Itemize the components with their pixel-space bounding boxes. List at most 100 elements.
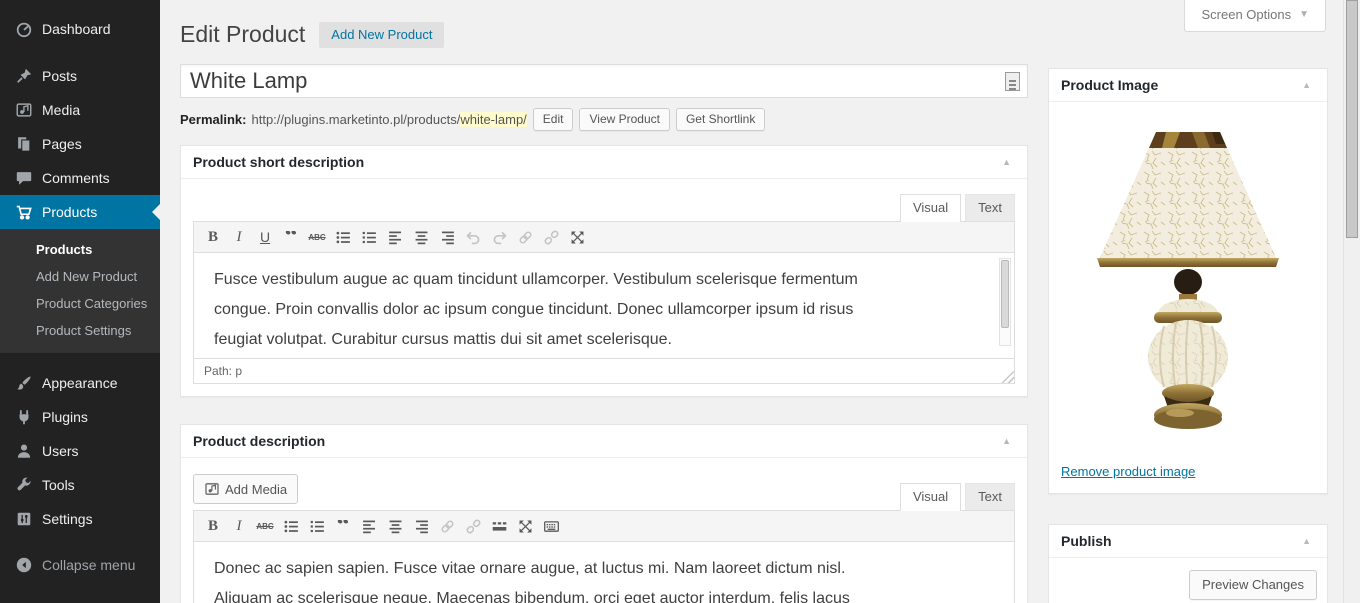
sidebar-item-products[interactable]: Products (0, 195, 160, 229)
link-icon[interactable] (512, 225, 538, 249)
underline-icon[interactable]: U (252, 225, 278, 249)
dashboard-icon (14, 19, 34, 39)
link-icon[interactable] (434, 514, 460, 538)
content-area: Edit Product Add New Product Permalink: … (180, 0, 1028, 603)
sidebar-item-label: Dashboard (42, 21, 111, 37)
submenu-item-product-settings[interactable]: Product Settings (0, 317, 160, 344)
collapse-toggle-icon[interactable]: ▲ (1298, 78, 1315, 92)
short-description-editor[interactable]: Fusce vestibulum augue ac quam tincidunt… (193, 253, 1015, 359)
numbered-list-icon[interactable] (304, 514, 330, 538)
tab-visual[interactable]: Visual (899, 194, 962, 222)
unlink-icon[interactable] (538, 225, 564, 249)
page-scrollbar[interactable] (1343, 0, 1360, 603)
collapse-menu-button[interactable]: Collapse menu (0, 548, 160, 582)
user-icon (14, 441, 34, 461)
submenu-item-product-categories[interactable]: Product Categories (0, 290, 160, 317)
fullscreen-icon[interactable] (512, 514, 538, 538)
scrollbar-thumb[interactable] (1346, 0, 1358, 238)
sidebar-item-tools[interactable]: Tools (0, 468, 160, 502)
sidebar-item-users[interactable]: Users (0, 434, 160, 468)
chevron-down-icon: ▼ (1299, 9, 1309, 20)
sidebar-item-settings[interactable]: Settings (0, 502, 160, 536)
fullscreen-icon[interactable] (564, 225, 590, 249)
product-image-lamp (1097, 132, 1279, 429)
publish-metabox-header[interactable]: Publish ▲ (1049, 525, 1327, 558)
bullet-list-icon[interactable] (330, 225, 356, 249)
strikethrough-icon[interactable]: ABC (304, 225, 330, 249)
resize-grip[interactable] (998, 367, 1014, 383)
sidebar-item-pages[interactable]: Pages (0, 127, 160, 161)
italic-icon[interactable]: I (226, 225, 252, 249)
title-scroll-icon[interactable] (1005, 72, 1020, 91)
sidebar-item-media[interactable]: Media (0, 93, 160, 127)
numbered-list-icon[interactable] (356, 225, 382, 249)
get-shortlink-button[interactable]: Get Shortlink (675, 108, 766, 131)
submenu-item-products[interactable]: Products (0, 236, 160, 263)
sidebar-item-dashboard[interactable]: Dashboard (0, 12, 160, 46)
unlink-icon[interactable] (460, 514, 486, 538)
editor-text-line: Aliquam ac scelerisque neque. Maecenas b… (214, 590, 850, 603)
collapse-toggle-icon[interactable]: ▲ (998, 434, 1015, 448)
pushpin-icon (14, 66, 34, 86)
align-right-icon[interactable] (408, 514, 434, 538)
description-metabox: Product description ▲ Add Media Visual T… (180, 424, 1028, 603)
align-left-icon[interactable] (382, 225, 408, 249)
admin-sidebar: Dashboard Posts Media Pages Comments Pro… (0, 0, 160, 603)
redo-icon[interactable] (486, 225, 512, 249)
sidebar-item-appearance[interactable]: Appearance (0, 366, 160, 400)
metabox-title: Publish (1061, 533, 1112, 549)
blockquote-icon[interactable]: “ (330, 514, 356, 538)
collapse-toggle-icon[interactable]: ▲ (998, 155, 1015, 169)
blockquote-icon[interactable]: “ (278, 225, 304, 249)
sidebar-item-label: Pages (42, 136, 82, 152)
permalink-slug: white-lamp/ (460, 112, 527, 127)
sidebar-item-label: Media (42, 102, 81, 118)
tab-visual[interactable]: Visual (899, 483, 962, 511)
cart-icon (14, 202, 34, 222)
align-center-icon[interactable] (382, 514, 408, 538)
short-description-metabox-header[interactable]: Product short description ▲ (181, 146, 1027, 179)
products-submenu: Products Add New Product Product Categor… (0, 229, 160, 353)
more-tag-icon[interactable] (486, 514, 512, 538)
sidebar-item-label: Products (42, 204, 98, 220)
sidebar-item-label: Appearance (42, 375, 118, 391)
product-title-input[interactable] (180, 64, 1028, 98)
edit-permalink-button[interactable]: Edit (532, 108, 574, 131)
collapse-toggle-icon[interactable]: ▲ (1298, 534, 1315, 548)
editor-text-line: congue. Proin convallis dolor ac ipsum c… (214, 301, 854, 318)
undo-icon[interactable] (460, 225, 486, 249)
description-metabox-header[interactable]: Product description ▲ (181, 425, 1027, 458)
submenu-item-add-new-product[interactable]: Add New Product (0, 263, 160, 290)
sidebar-item-label: Users (42, 443, 79, 459)
strikethrough-icon[interactable]: ABC (252, 514, 278, 538)
editor-scrollbar[interactable] (999, 258, 1011, 346)
product-image-metabox-header[interactable]: Product Image ▲ (1049, 69, 1327, 102)
metabox-title: Product Image (1061, 77, 1159, 93)
add-new-product-button[interactable]: Add New Product (319, 21, 445, 48)
tab-text[interactable]: Text (965, 194, 1015, 221)
comment-icon (14, 168, 34, 188)
screen-options-button[interactable]: Screen Options ▼ (1184, 0, 1326, 32)
preview-changes-button[interactable]: Preview Changes (1189, 570, 1317, 600)
page-title: Edit Product (180, 21, 306, 47)
align-left-icon[interactable] (356, 514, 382, 538)
sidebar-item-label: Posts (42, 68, 78, 84)
sidebar-item-comments[interactable]: Comments (0, 161, 160, 195)
side-column: Product Image ▲ Remove product image Pub… (1048, 0, 1328, 603)
plugin-icon (14, 407, 34, 427)
toolbar-toggle-icon[interactable] (538, 514, 564, 538)
bold-icon[interactable]: B (200, 514, 226, 538)
remove-product-image-link[interactable]: Remove product image (1061, 464, 1195, 479)
align-right-icon[interactable] (434, 225, 460, 249)
sidebar-item-posts[interactable]: Posts (0, 59, 160, 93)
description-editor[interactable]: Donec ac sapien sapien. Fusce vitae orna… (193, 542, 1015, 603)
tab-text[interactable]: Text (965, 483, 1015, 510)
italic-icon[interactable]: I (226, 514, 252, 538)
sidebar-item-plugins[interactable]: Plugins (0, 400, 160, 434)
view-product-button[interactable]: View Product (579, 108, 670, 131)
bold-icon[interactable]: B (200, 225, 226, 249)
collapse-menu-label: Collapse menu (42, 557, 136, 573)
bullet-list-icon[interactable] (278, 514, 304, 538)
add-media-button[interactable]: Add Media (193, 474, 299, 504)
align-center-icon[interactable] (408, 225, 434, 249)
